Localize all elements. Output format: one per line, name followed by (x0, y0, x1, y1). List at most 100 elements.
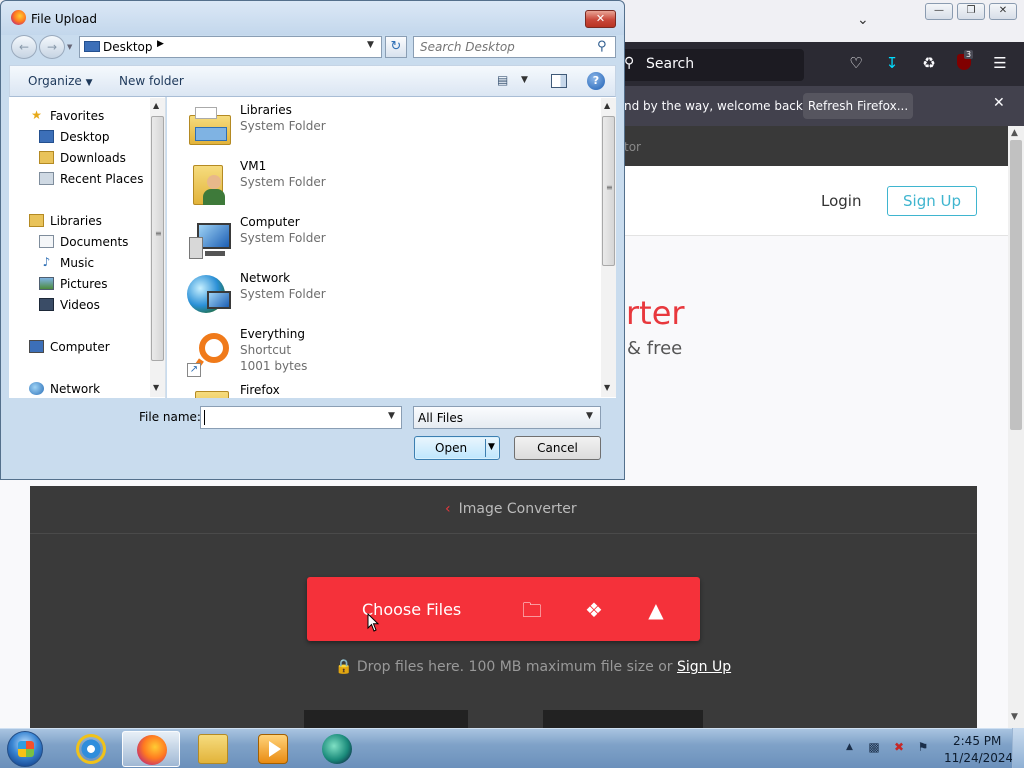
scroll-down-icon[interactable]: ▼ (604, 383, 610, 392)
grip-icon: ≡ (606, 183, 613, 192)
taskbar-app[interactable] (308, 731, 366, 767)
scroll-up-icon[interactable]: ▲ (604, 101, 610, 110)
taskbar-media-player[interactable] (244, 731, 302, 767)
close-window-button[interactable]: ✕ (989, 3, 1017, 20)
extensions-puzzle-icon[interactable]: ♻ (917, 54, 941, 76)
open-options-dropdown-icon[interactable]: ▼ (488, 442, 495, 452)
organize-label: Organize (28, 74, 82, 88)
search-desktop-box[interactable]: ⚲ (413, 36, 616, 58)
libraries-icon (29, 214, 44, 227)
command-bar: Organize ▼ New folder ▤ ▼ ? (9, 65, 616, 97)
page-scrollbar[interactable]: ▲ ▼ (1008, 126, 1024, 728)
forward-arrow-icon[interactable]: → (39, 35, 65, 59)
list-item[interactable]: Network System Folder (185, 269, 585, 325)
navigation-pane-scrollbar[interactable]: ▲ ≡ ▼ (150, 98, 165, 397)
file-type-dropdown-icon[interactable]: ▼ (586, 411, 593, 421)
chevron-down-icon: ▼ (85, 78, 93, 88)
converter-breadcrumb[interactable]: ‹ Image Converter (445, 501, 577, 517)
nav-label: Network (50, 382, 101, 396)
new-folder-button[interactable]: New folder (119, 74, 184, 88)
network-disconnected-icon[interactable]: ✖ (891, 740, 907, 756)
google-drive-icon[interactable]: ▲ (643, 597, 669, 623)
start-button[interactable] (7, 731, 43, 767)
search-icon: ⚲ (624, 55, 635, 71)
preview-pane-icon[interactable] (551, 74, 567, 88)
taskbar-internet-explorer[interactable] (62, 731, 120, 767)
file-name-combobox[interactable]: ▼ (200, 406, 402, 429)
scroll-up-icon[interactable]: ▲ (1011, 128, 1018, 138)
list-all-tabs-chevron-icon[interactable]: ⌄ (857, 12, 869, 28)
file-name: Network (240, 271, 291, 285)
refresh-icon[interactable]: ↻ (385, 36, 407, 58)
volume-flag-icon[interactable]: ⚑ (915, 740, 931, 756)
change-view-icon[interactable]: ▤ (497, 73, 508, 87)
file-list-scrollbar[interactable]: ▲ ≡ ▼ (601, 98, 616, 397)
close-notification-icon[interactable]: ✕ (993, 95, 1005, 111)
converter-breadcrumb-label: Image Converter (458, 501, 577, 517)
search-input[interactable] (420, 39, 590, 55)
ublock-icon[interactable]: 3 (952, 50, 976, 76)
magnifier-icon[interactable]: ⚲ (597, 39, 607, 54)
address-breadcrumb-desktop[interactable]: Desktop (103, 40, 153, 54)
firefox-icon (137, 735, 167, 765)
windows-logo-icon (18, 741, 34, 757)
taskbar-file-explorer[interactable] (184, 731, 242, 767)
mouse-cursor-icon (367, 613, 380, 632)
help-icon[interactable]: ? (587, 72, 605, 90)
firefox-search-placeholder: Search (646, 56, 695, 72)
everything-search-icon: ↗ (187, 329, 233, 377)
scrollbar-thumb[interactable]: ≡ (151, 116, 164, 361)
file-name-input[interactable] (204, 410, 384, 425)
site-nav-fragment[interactable]: tor (624, 140, 641, 154)
show-hidden-icons-icon[interactable]: ▲ (846, 742, 853, 752)
login-link[interactable]: Login (821, 192, 861, 210)
scroll-up-icon[interactable]: ▲ (153, 101, 159, 110)
nav-label: Libraries (50, 214, 102, 228)
drop-note-signup-link[interactable]: Sign Up (677, 659, 731, 675)
scrollbar-thumb[interactable]: ≡ (602, 116, 615, 266)
list-item[interactable]: Computer System Folder (185, 213, 585, 269)
restore-button[interactable]: ❐ (957, 3, 985, 20)
scrollbar-thumb[interactable] (1010, 140, 1022, 430)
file-name: Everything (240, 327, 305, 341)
firefox-search-box[interactable]: ⚲ Search (616, 49, 804, 81)
organize-button[interactable]: Organize ▼ (28, 74, 93, 88)
pocket-icon[interactable]: ♡ (844, 54, 868, 76)
nav-label: Pictures (60, 277, 108, 291)
file-type-select[interactable]: All Files ▼ (413, 406, 601, 429)
hero-subtitle: & free (627, 338, 683, 359)
cancel-button[interactable]: Cancel (514, 436, 601, 460)
show-desktop-button[interactable] (1012, 728, 1024, 768)
signup-button[interactable]: Sign Up (887, 186, 977, 216)
clock-time[interactable]: 2:45 PM (953, 734, 1001, 748)
hamburger-menu-icon[interactable]: ☰ (988, 54, 1012, 76)
file-upload-dialog: File Upload ✕ ← → ▼ Desktop ▶ ▼ ↻ ⚲ Orga… (0, 0, 625, 480)
dark-card (543, 710, 703, 728)
list-item[interactable]: VM1 System Folder (185, 157, 585, 213)
scroll-down-icon[interactable]: ▼ (153, 383, 159, 392)
minimize-button[interactable]: — (925, 3, 953, 20)
file-name-dropdown-icon[interactable]: ▼ (388, 411, 395, 421)
list-item[interactable]: Firefox (185, 381, 585, 398)
dropbox-icon[interactable]: ❖ (581, 597, 607, 623)
downloads-icon[interactable]: ↧ (880, 54, 904, 76)
refresh-firefox-button[interactable]: Refresh Firefox... (803, 93, 913, 119)
back-arrow-icon[interactable]: ← (11, 35, 37, 59)
action-center-icon[interactable]: ▩ (866, 740, 882, 756)
dialog-titlebar[interactable]: File Upload ✕ (1, 1, 624, 35)
clock-date[interactable]: 11/24/2024 (944, 751, 1013, 765)
list-item[interactable]: Libraries System Folder (185, 101, 585, 157)
view-options-dropdown-icon[interactable]: ▼ (521, 75, 528, 85)
address-dropdown-icon[interactable]: ▼ (367, 40, 374, 50)
address-bar[interactable]: Desktop ▶ ▼ (79, 36, 382, 58)
file-name: Firefox (240, 383, 280, 397)
lock-icon: 🔒 (335, 659, 353, 675)
dialog-close-button[interactable]: ✕ (585, 10, 616, 28)
taskbar-firefox[interactable] (122, 731, 180, 767)
list-item[interactable]: ↗ Everything Shortcut 1001 bytes (185, 325, 585, 381)
folder-search-icon[interactable]: 🗀 (519, 597, 545, 623)
scroll-down-icon[interactable]: ▼ (1011, 712, 1018, 722)
breadcrumb-arrow-icon[interactable]: ▶ (157, 39, 164, 49)
open-button[interactable]: Open ▼ (414, 436, 500, 460)
recent-pages-chevron-icon[interactable]: ▼ (67, 43, 72, 51)
